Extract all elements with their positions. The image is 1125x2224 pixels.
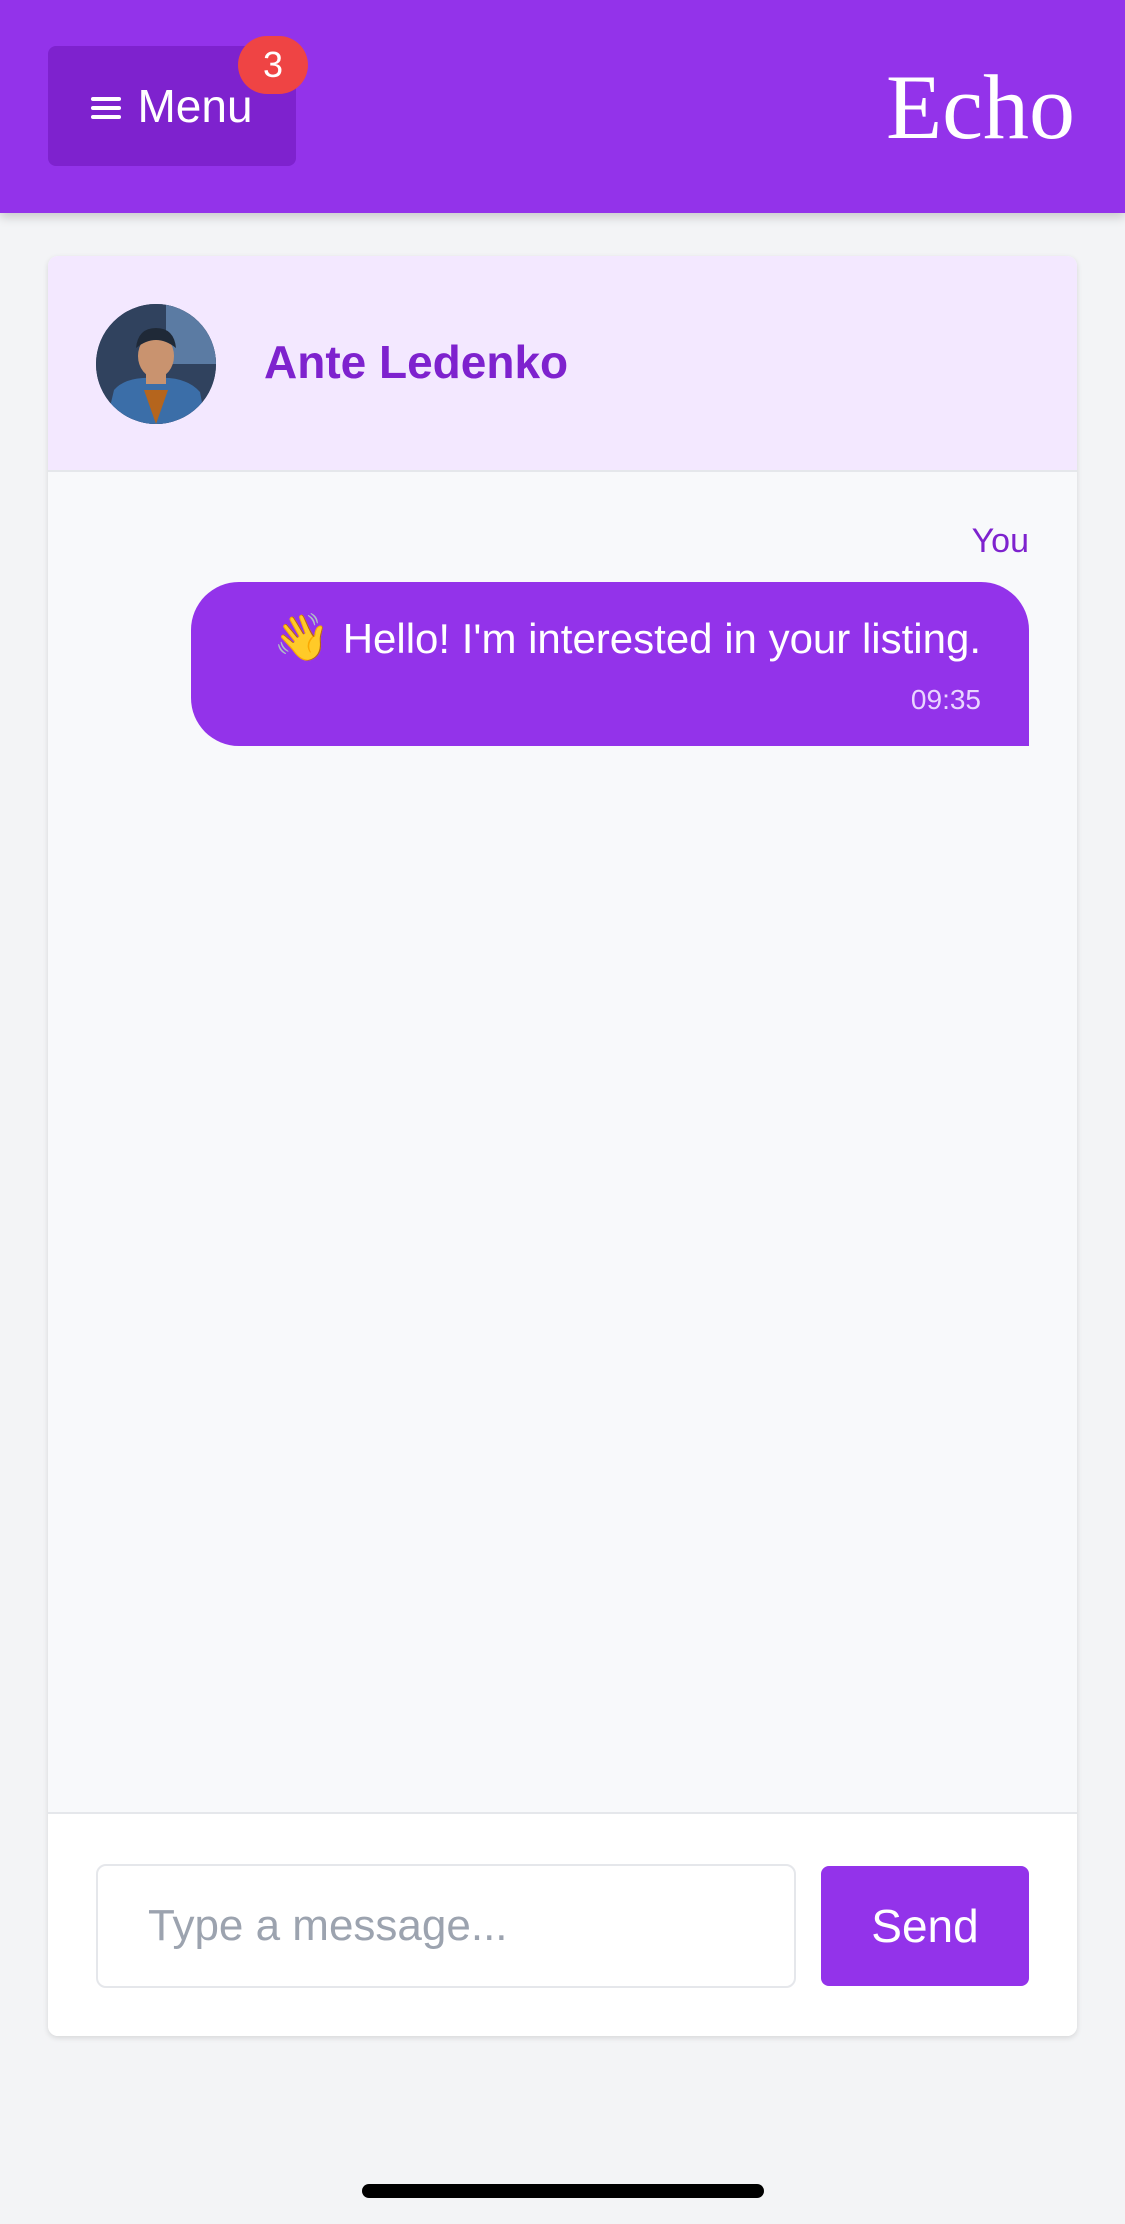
top-bar: Menu 3 Echo (0, 0, 1125, 213)
message-list: You 👋 Hello! I'm interested in your listi… (48, 472, 1077, 1812)
menu-label: Menu (137, 80, 253, 132)
chat-header: Ante Ledenko (48, 256, 1077, 472)
app-logo: Echo (885, 56, 1075, 158)
message-bubble: 👋 Hello! I'm interested in your listing. … (191, 582, 1029, 746)
message-text-row: 👋 Hello! I'm interested in your listing. (239, 610, 981, 666)
notification-badge: 3 (238, 36, 308, 94)
message-timestamp: 09:35 (910, 684, 981, 715)
sender-label: You (971, 522, 1029, 560)
contact-name: Ante Ledenko (264, 336, 569, 388)
contact-avatar[interactable] (96, 304, 216, 424)
message-composer: Send (48, 1812, 1077, 2036)
waving-hand-icon: 👋 (273, 611, 331, 663)
message-text: Hello! I'm interested in your listing. (342, 615, 981, 662)
home-indicator (362, 2184, 764, 2198)
hamburger-icon (91, 95, 122, 121)
message-input[interactable] (96, 1864, 796, 1988)
chat-panel: Ante Ledenko You 👋 Hello! I'm interested … (48, 256, 1077, 2036)
send-button[interactable]: Send (821, 1866, 1029, 1986)
